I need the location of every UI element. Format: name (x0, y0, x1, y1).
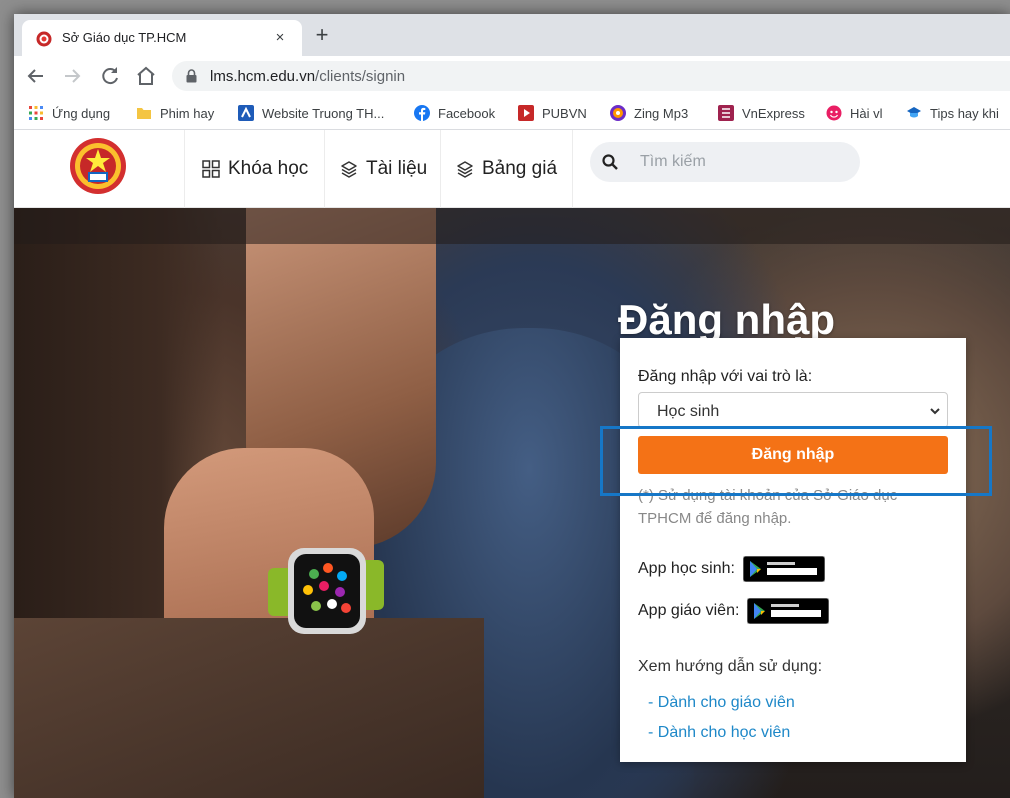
nav-pricing-label: Bảng giá (482, 158, 558, 179)
bookmark-vnexpress[interactable]: VnExpress (718, 104, 805, 122)
browser-tab[interactable]: Sở Giáo dục TP.HCM × (22, 20, 302, 56)
site-header: Khóa học Tài liệu Bảng giá Tìm kiếm (14, 130, 1010, 208)
search-icon[interactable] (602, 154, 618, 170)
bookmark-apps[interactable]: Ứng dụng (28, 104, 110, 122)
search-box[interactable]: Tìm kiếm (590, 142, 860, 182)
bookmark-label: Hài vl (850, 105, 883, 121)
layers-icon (457, 161, 473, 178)
login-note: (*) Sử dụng tài khoản của Sở Giáo dục TP… (638, 487, 898, 527)
bookmark-label: Phim hay (160, 105, 215, 121)
role-select[interactable]: Học sinh (638, 392, 948, 428)
bookmark-hai-vl[interactable]: Hài vl (826, 104, 883, 122)
sleeve-shape (14, 618, 484, 798)
new-tab-button[interactable]: + (310, 24, 334, 48)
bookmark-label: PUBVN (542, 105, 587, 121)
guide-teacher-link[interactable]: - Dành cho giáo viên (648, 694, 795, 712)
bookmark-label: Facebook (438, 105, 496, 121)
back-icon[interactable] (24, 64, 48, 88)
nav-documents[interactable]: Tài liệu (340, 154, 427, 184)
bookmark-label: Ứng dụng (52, 105, 111, 121)
nav-courses[interactable]: Khóa học (202, 154, 308, 184)
home-icon[interactable] (134, 64, 158, 88)
bookmark-facebook[interactable]: Facebook (414, 104, 495, 122)
bookmark-label: Tips hay khi (930, 105, 999, 121)
tab-close-icon[interactable]: × (270, 28, 290, 48)
pubvn-icon (518, 105, 534, 121)
chevron-down-icon (930, 408, 940, 415)
teacher-app-row: App giáo viên: (638, 598, 830, 624)
reload-icon[interactable] (98, 64, 122, 88)
tips-icon (907, 107, 921, 118)
guide-student-link[interactable]: - Dành cho học viên (648, 724, 790, 742)
student-app-row: App học sinh: (638, 556, 825, 582)
apps-grid-icon (29, 106, 43, 120)
google-play-badge-icon[interactable] (742, 556, 825, 582)
teacher-app-label: App giáo viên: (638, 602, 740, 619)
lock-icon[interactable] (186, 69, 197, 83)
role-select-value: Học sinh (657, 403, 720, 420)
top-haze (14, 208, 1010, 244)
header-divider (324, 130, 325, 208)
header-divider (440, 130, 441, 208)
login-button[interactable]: Đăng nhập (638, 436, 948, 474)
zingmp3-icon (610, 105, 626, 121)
header-divider (184, 130, 185, 208)
login-heading: Đăng nhập (618, 296, 835, 343)
bookmark-pubvn[interactable]: PUBVN (518, 104, 587, 122)
url-text: lms.hcm.edu.vn/clients/signin (210, 68, 406, 85)
nav-pricing[interactable]: Bảng giá (456, 154, 557, 184)
bookmark-label: Zing Mp3 (634, 105, 689, 121)
google-play-badge-icon[interactable] (747, 598, 830, 624)
guide-heading: Xem hướng dẫn sử dụng: (638, 658, 823, 675)
header-divider (572, 130, 573, 208)
nav-courses-label: Khóa học (228, 158, 309, 179)
nav-documents-label: Tài liệu (366, 158, 428, 179)
haivl-icon (826, 105, 842, 121)
education-department-logo[interactable] (68, 136, 128, 196)
forward-icon[interactable] (60, 64, 84, 88)
smartwatch-image (268, 548, 384, 634)
role-label: Đăng nhập với vai trò là: (638, 368, 813, 385)
bookmark-zing-mp3[interactable]: Zing Mp3 (610, 104, 688, 122)
search-input[interactable]: Tìm kiếm (640, 153, 706, 171)
folder-icon (137, 108, 151, 119)
browser-window: Sở Giáo dục TP.HCM × + lms.hcm.edu.vn/cl… (14, 14, 1010, 798)
facebook-icon (414, 105, 430, 121)
website-icon (238, 105, 254, 121)
vnexpress-icon (718, 105, 734, 121)
bookmarks-bar: Ứng dụng Phim hay Website Truong TH... F… (14, 96, 1010, 130)
tab-strip: Sở Giáo dục TP.HCM × + (14, 14, 1010, 56)
bookmark-tips-hay[interactable]: Tips hay khi (906, 104, 999, 122)
tab-title: Sở Giáo dục TP.HCM (62, 30, 187, 45)
site-favicon-icon (36, 31, 52, 47)
address-bar[interactable]: lms.hcm.edu.vn/clients/signin (172, 61, 1010, 91)
grid-icon (202, 160, 220, 178)
bookmark-website-truong[interactable]: Website Truong TH... (238, 104, 384, 122)
bookmark-label: VnExpress (742, 105, 805, 121)
login-card: Đăng nhập với vai trò là: Học sinh Đăng … (620, 338, 966, 762)
browser-toolbar: lms.hcm.edu.vn/clients/signin (14, 56, 1010, 96)
student-app-label: App học sinh: (638, 560, 735, 577)
bookmark-label: Website Truong TH... (262, 105, 385, 121)
layers-icon (341, 161, 357, 178)
bookmark-phim-hay[interactable]: Phim hay (136, 104, 214, 122)
